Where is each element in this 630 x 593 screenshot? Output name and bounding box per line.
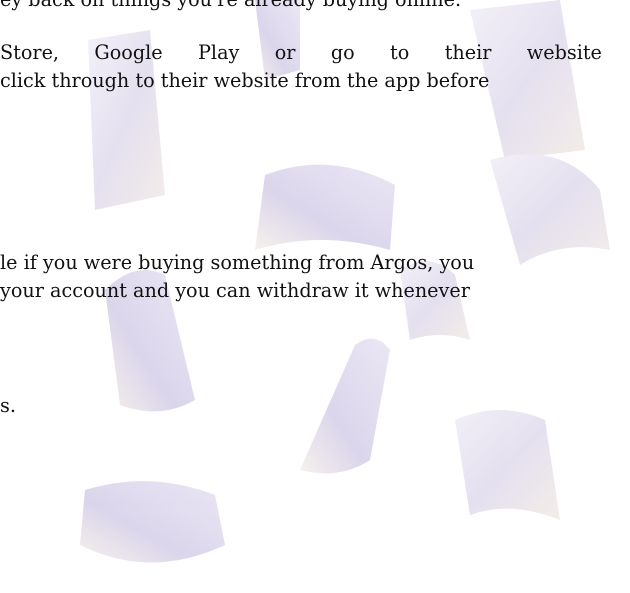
word: website [526,41,602,64]
word: to [390,41,410,64]
banknote-9 [455,410,560,520]
banknote-5 [490,154,610,265]
word: or [274,41,296,64]
paragraph-line-4: le if you were buying something from Arg… [0,251,475,274]
banknote-4 [255,164,395,250]
paragraph-line-1: ey back on things you're already buying … [0,0,461,14]
paragraph-line-3: click through to their website from the … [0,69,490,92]
paragraph-line-2-justified: Store, Google Play or go to their websit… [0,39,602,67]
paragraph-line-5: your account and you can withdraw it whe… [0,279,470,302]
word: Google [94,41,163,64]
paragraph-line-6: s. [0,394,16,417]
word: Store, [0,41,60,64]
word: their [444,41,492,64]
banknote-8 [300,338,390,474]
word: go [330,41,355,64]
banknote-10 [80,481,225,563]
word: Play [198,41,240,64]
